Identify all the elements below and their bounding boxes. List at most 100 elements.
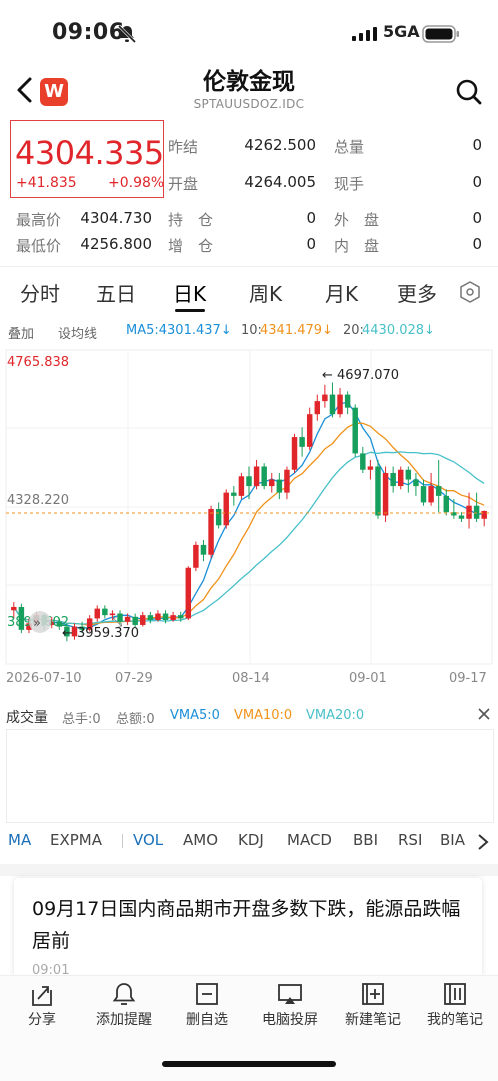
candle xyxy=(147,615,154,621)
candle xyxy=(124,616,131,622)
network-type: 5GA xyxy=(383,22,420,41)
ma-setting-button[interactable]: 设均线 xyxy=(58,323,97,342)
candle xyxy=(458,515,465,519)
volume-total-hands: 总手:0 xyxy=(62,712,101,727)
bell-muted-icon xyxy=(117,24,137,44)
battery-icon xyxy=(422,25,459,43)
candle xyxy=(375,466,381,516)
candle xyxy=(132,616,138,625)
ma10-value: 4341.479↓ xyxy=(260,323,333,338)
kline-chart[interactable]: 4765.838 4328.220 3890.602 ← 4697.070 ← … xyxy=(0,346,498,700)
candle xyxy=(337,394,343,415)
bell-icon[interactable] xyxy=(84,980,164,1008)
cast-screen-icon[interactable] xyxy=(250,980,330,1008)
candle xyxy=(473,505,480,519)
candle xyxy=(398,469,404,487)
news-title[interactable]: 09月17日国内商品期市开盘多数下跌，能源品跌幅居前 xyxy=(32,893,472,957)
hexagon-settings-icon[interactable] xyxy=(459,281,481,303)
total-volume-value: 0 xyxy=(472,136,482,154)
share-icon[interactable] xyxy=(2,980,82,1008)
share-button[interactable]: 分享 xyxy=(2,1009,82,1029)
my-notes-icon[interactable] xyxy=(415,980,495,1008)
candle xyxy=(253,466,260,487)
candle xyxy=(193,544,199,568)
tab-timeshare[interactable]: 分时 xyxy=(20,278,60,307)
ma5-value: MA5:4301.437↓ xyxy=(126,323,232,338)
candle xyxy=(208,508,214,555)
current-hand-label: 现手 xyxy=(334,175,365,193)
divider xyxy=(122,834,123,848)
status-time: 09:06 xyxy=(52,20,125,45)
indicator-bia[interactable]: BIA xyxy=(440,831,465,849)
indicator-rsi[interactable]: RSI xyxy=(398,831,422,849)
indicator-vol[interactable]: VOL xyxy=(133,831,163,849)
candle xyxy=(306,414,313,447)
candle xyxy=(435,486,442,496)
double-chevron-icon: » xyxy=(33,616,41,631)
overlay-button[interactable]: 叠加 xyxy=(8,323,34,342)
cast-screen-button[interactable]: 电脑投屏 xyxy=(250,1009,330,1029)
candle xyxy=(185,567,192,619)
new-note-button[interactable]: 新建笔记 xyxy=(333,1009,413,1029)
divider xyxy=(0,266,498,267)
candle xyxy=(11,606,17,611)
tab-daily-k[interactable]: 日K xyxy=(173,278,206,307)
candle xyxy=(420,486,427,503)
remove-watchlist-button[interactable]: 删自选 xyxy=(167,1009,247,1029)
candle xyxy=(200,544,207,555)
prev-close-label: 昨结 xyxy=(168,138,199,156)
ma10-label: 10: xyxy=(241,323,262,338)
candle xyxy=(261,466,267,487)
open-label: 开盘 xyxy=(168,175,199,193)
tab-five-day[interactable]: 五日 xyxy=(96,278,136,307)
tab-more[interactable]: 更多 xyxy=(397,278,437,307)
close-icon[interactable] xyxy=(476,706,492,722)
volume-total-amount: 总额:0 xyxy=(116,712,155,727)
position-label: 持 仓 xyxy=(168,211,214,229)
vma20: VMA20:0 xyxy=(306,708,365,723)
indicator-kdj[interactable]: KDJ xyxy=(238,831,264,849)
active-tab-indicator xyxy=(175,309,205,312)
tab-weekly-k[interactable]: 周K xyxy=(249,278,282,307)
y-max-label: 4765.838 xyxy=(7,355,69,370)
indicator-bbi[interactable]: BBI xyxy=(353,831,378,849)
search-icon[interactable] xyxy=(455,78,483,106)
candle xyxy=(299,437,305,447)
price-change: +41.835 xyxy=(16,175,77,191)
tab-monthly-k[interactable]: 月K xyxy=(325,278,358,307)
candle xyxy=(314,401,321,415)
add-alert-button[interactable]: 添加提醒 xyxy=(84,1009,164,1029)
chevron-right-icon[interactable] xyxy=(476,833,490,851)
price-change-pct: +0.98% xyxy=(108,175,165,191)
remove-watchlist-icon[interactable] xyxy=(167,980,247,1008)
candle xyxy=(352,407,358,454)
candle xyxy=(155,613,161,621)
indicator-amo[interactable]: AMO xyxy=(183,831,218,849)
low-value: 4256.800 xyxy=(80,235,152,253)
x-label-start: 2026-07-10 xyxy=(6,671,82,686)
inner-value: 0 xyxy=(472,235,482,253)
candle xyxy=(238,476,245,496)
increase-label: 增 仓 xyxy=(168,237,214,255)
section-gap xyxy=(0,864,498,876)
candle xyxy=(162,613,169,621)
indicator-expma[interactable]: EXPMA xyxy=(50,831,102,849)
candle xyxy=(443,495,450,513)
page-title: 伦敦金现 xyxy=(203,69,295,95)
candle xyxy=(405,469,412,480)
volume-chart xyxy=(6,729,494,823)
high-label: 最高价 xyxy=(16,211,62,229)
candle xyxy=(140,615,146,625)
new-note-icon[interactable] xyxy=(333,980,413,1008)
x-label-2: 07-29 xyxy=(115,671,153,686)
high-value: 4304.730 xyxy=(80,209,152,227)
candle xyxy=(360,453,366,470)
candle xyxy=(382,473,389,516)
indicator-ma[interactable]: MA xyxy=(8,831,31,849)
candle xyxy=(329,394,336,415)
x-label-end: 09-17 xyxy=(449,671,487,686)
candle xyxy=(276,479,283,493)
my-notes-button[interactable]: 我的笔记 xyxy=(415,1009,495,1029)
indicator-macd[interactable]: MACD xyxy=(287,831,332,849)
high-marker-label: ← 4697.070 xyxy=(322,368,399,383)
